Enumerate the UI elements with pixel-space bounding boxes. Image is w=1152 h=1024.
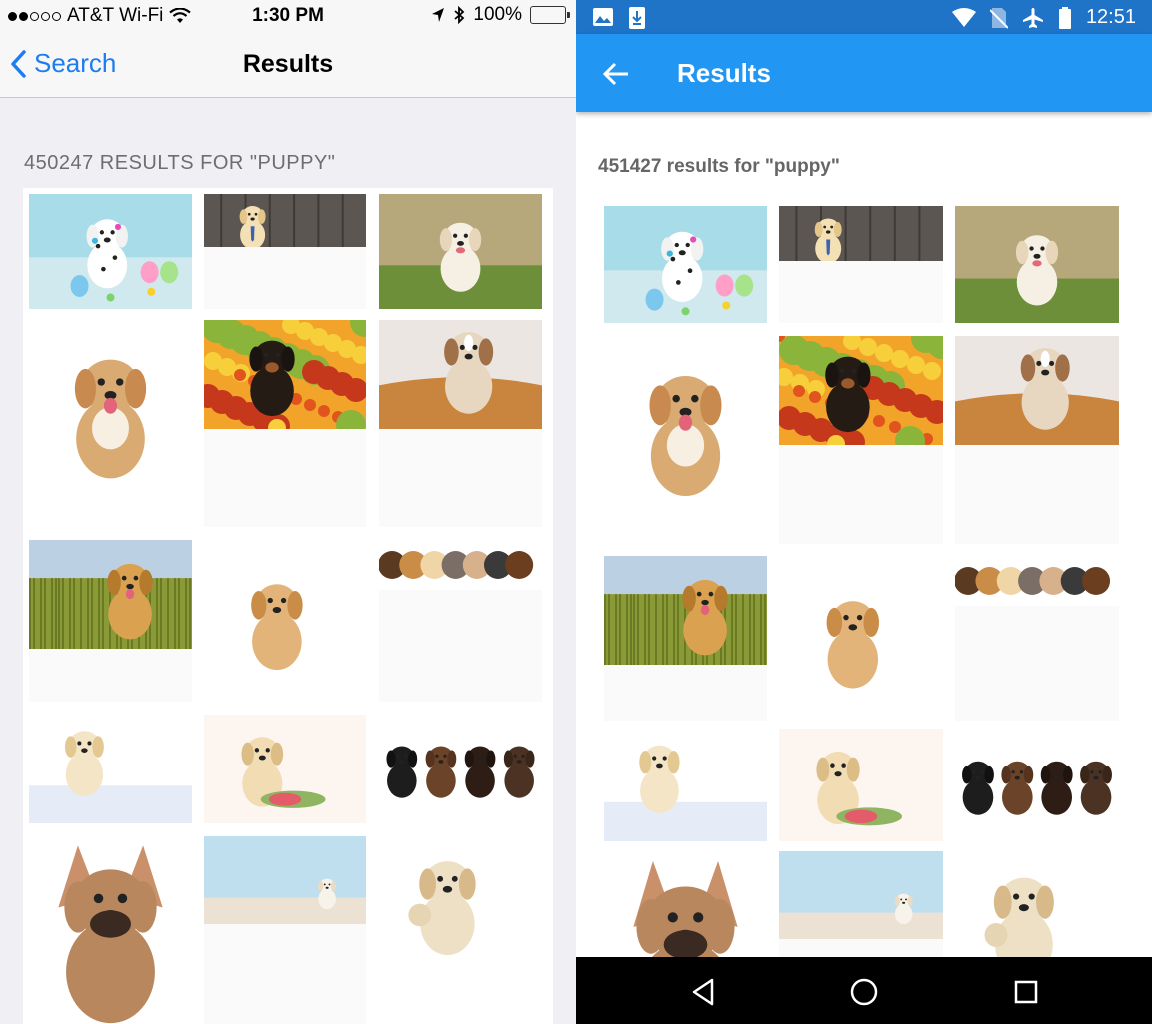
white-puppy-running-on-grass-image: [379, 194, 542, 309]
dalmatian-puppy-with-paint-and-easter-eggs-image: [29, 194, 192, 309]
fluffy-puppy-sitting-image: [29, 320, 192, 518]
no-sim-icon: [989, 7, 1008, 29]
rottweiler-puppy-in-autumn-leaves-image: [779, 336, 943, 445]
wifi-icon: [951, 7, 976, 27]
result-thumbnail[interactable]: [604, 729, 767, 841]
result-thumbnail[interactable]: [955, 206, 1119, 323]
result-thumbnail[interactable]: [29, 320, 192, 518]
golden-retriever-puppy-in-meadow-image: [29, 540, 192, 649]
battery-percentage: 100%: [473, 4, 522, 25]
result-thumbnail[interactable]: [204, 540, 366, 702]
chihuahua-puppy-in-basket-image: [955, 336, 1119, 445]
result-thumbnail[interactable]: [379, 194, 542, 309]
row-of-puppies-and-kittens-image: [379, 540, 542, 590]
results-grid: [604, 206, 1120, 1024]
result-thumbnail[interactable]: [379, 715, 542, 823]
status-time: 12:51: [1085, 6, 1136, 28]
result-thumbnail[interactable]: [779, 336, 943, 544]
ios-status-bar: AT&T Wi-Fi 1:30 PM 100%: [0, 0, 576, 32]
ios-navigation-bar: Search Results: [0, 32, 576, 98]
result-thumbnail[interactable]: [29, 194, 192, 309]
row-of-puppies-and-kittens-image: [955, 556, 1119, 606]
page-title: Results: [677, 58, 771, 88]
result-thumbnail[interactable]: [204, 836, 366, 1024]
android-screen: 12:51 Results 451427 results for "puppy": [576, 0, 1152, 1024]
android-status-right: 12:51: [951, 6, 1136, 29]
fluffy-puppy-sitting-image: [604, 336, 767, 536]
result-thumbnail[interactable]: [29, 836, 192, 1024]
battery-icon: [530, 6, 570, 24]
labrador-puppy-with-rope-toy-image: [204, 715, 366, 823]
labrador-puppy-with-rope-toy-image: [779, 729, 943, 841]
arrow-back-icon[interactable]: [600, 58, 632, 90]
result-thumbnail[interactable]: [779, 206, 943, 323]
golden-retriever-puppy-walking-image: [204, 540, 366, 702]
result-thumbnail[interactable]: [204, 194, 366, 309]
result-thumbnail[interactable]: [204, 715, 366, 823]
result-thumbnail[interactable]: [29, 540, 192, 702]
french-bulldog-puppy-image: [29, 836, 192, 1024]
result-thumbnail[interactable]: [204, 320, 366, 527]
result-thumbnail[interactable]: [955, 729, 1119, 841]
row-of-four-labrador-puppies-image: [955, 729, 1119, 841]
row-of-four-labrador-puppies-image: [379, 715, 542, 823]
result-thumbnail[interactable]: [604, 556, 767, 721]
airplane-mode-icon: [1022, 7, 1043, 28]
home-circle-icon[interactable]: [848, 976, 880, 1008]
results-count: 450247 RESULTS FOR "PUPPY": [24, 152, 336, 174]
dalmatian-puppy-with-paint-and-easter-eggs-image: [604, 206, 767, 323]
android-status-bar: 12:51: [576, 0, 1152, 34]
ios-screen: AT&T Wi-Fi 1:30 PM 100% Search Results 4…: [0, 0, 576, 1024]
result-thumbnail[interactable]: [955, 336, 1119, 544]
location-arrow-icon: [432, 8, 445, 22]
notification-icons: [592, 6, 646, 30]
result-thumbnail[interactable]: [604, 336, 767, 536]
system-navigation-bar: [576, 957, 1152, 1024]
recents-square-icon[interactable]: [1010, 976, 1042, 1008]
rottweiler-puppy-in-autumn-leaves-image: [204, 320, 366, 429]
result-thumbnail[interactable]: [779, 729, 943, 841]
app-toolbar: Results: [576, 34, 1152, 112]
download-notification-icon: [629, 7, 645, 29]
golden-retriever-puppy-walking-image: [779, 556, 943, 721]
white-puppy-running-on-grass-image: [955, 206, 1119, 323]
battery-icon: [1058, 6, 1071, 29]
results-count: 451427 results for "puppy": [598, 156, 840, 177]
result-thumbnail[interactable]: [379, 540, 542, 702]
labrador-puppy-waving-paw-image: [379, 836, 542, 1024]
ios-status-right: 100%: [431, 4, 570, 26]
result-thumbnail[interactable]: [955, 556, 1119, 721]
labrador-puppy-with-tie-image: [204, 194, 366, 247]
chihuahua-puppy-in-basket-image: [379, 320, 542, 429]
result-thumbnail[interactable]: [604, 206, 767, 323]
results-grid: [23, 188, 553, 1024]
page-title: Results: [242, 50, 334, 78]
white-puppy-in-studio-image: [779, 851, 943, 939]
back-triangle-icon[interactable]: [688, 976, 720, 1008]
white-puppy-in-studio-image: [204, 836, 366, 924]
labrador-puppy-with-tie-image: [779, 206, 943, 261]
result-thumbnail[interactable]: [29, 715, 192, 823]
labrador-puppy-peeking-over-board-image: [29, 715, 192, 823]
result-thumbnail[interactable]: [779, 556, 943, 721]
result-thumbnail[interactable]: [379, 836, 542, 1024]
image-notification-icon: [593, 8, 613, 26]
bluetooth-icon: [454, 6, 465, 24]
labrador-puppy-peeking-over-board-image: [604, 729, 767, 841]
result-thumbnail[interactable]: [379, 320, 542, 527]
golden-retriever-puppy-in-meadow-image: [604, 556, 767, 665]
